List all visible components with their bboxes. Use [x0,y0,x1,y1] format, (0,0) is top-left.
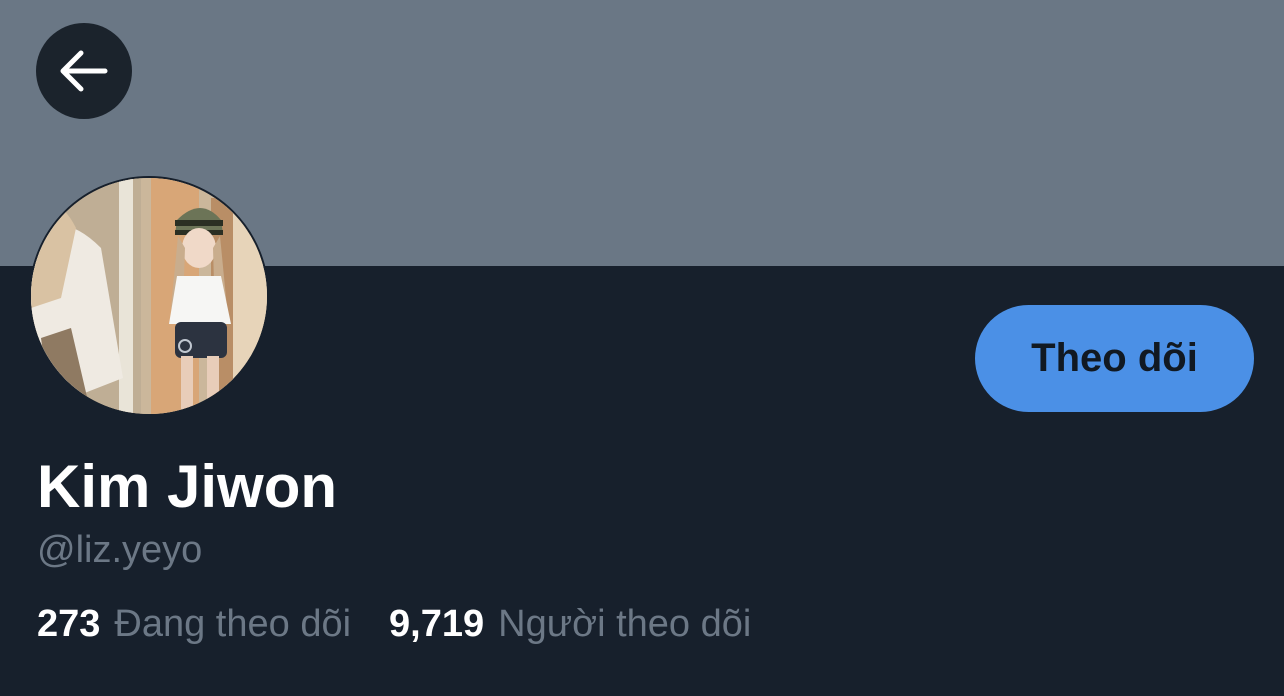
follow-button[interactable]: Theo dõi [975,305,1254,412]
display-name: Kim Jiwon [37,453,338,520]
following-label: Đang theo dõi [114,603,352,645]
followers-count: 9,719 [389,603,485,645]
followers-label: Người theo dõi [498,603,752,645]
back-button[interactable] [36,23,132,119]
following-stat[interactable]: 273 Đang theo dõi [37,602,351,646]
profile-screen: Theo dõi Kim Jiwon @liz.yeyo 273 Đang th… [0,0,1284,696]
following-count: 273 [37,603,101,645]
avatar[interactable] [29,176,269,416]
arrow-left-icon [60,50,108,92]
user-handle: @liz.yeyo [37,529,203,571]
followers-stat[interactable]: 9,719 Người theo dõi [389,602,751,646]
profile-stats: 273 Đang theo dõi 9,719 Người theo dõi [37,602,751,646]
profile-photo [31,178,267,414]
